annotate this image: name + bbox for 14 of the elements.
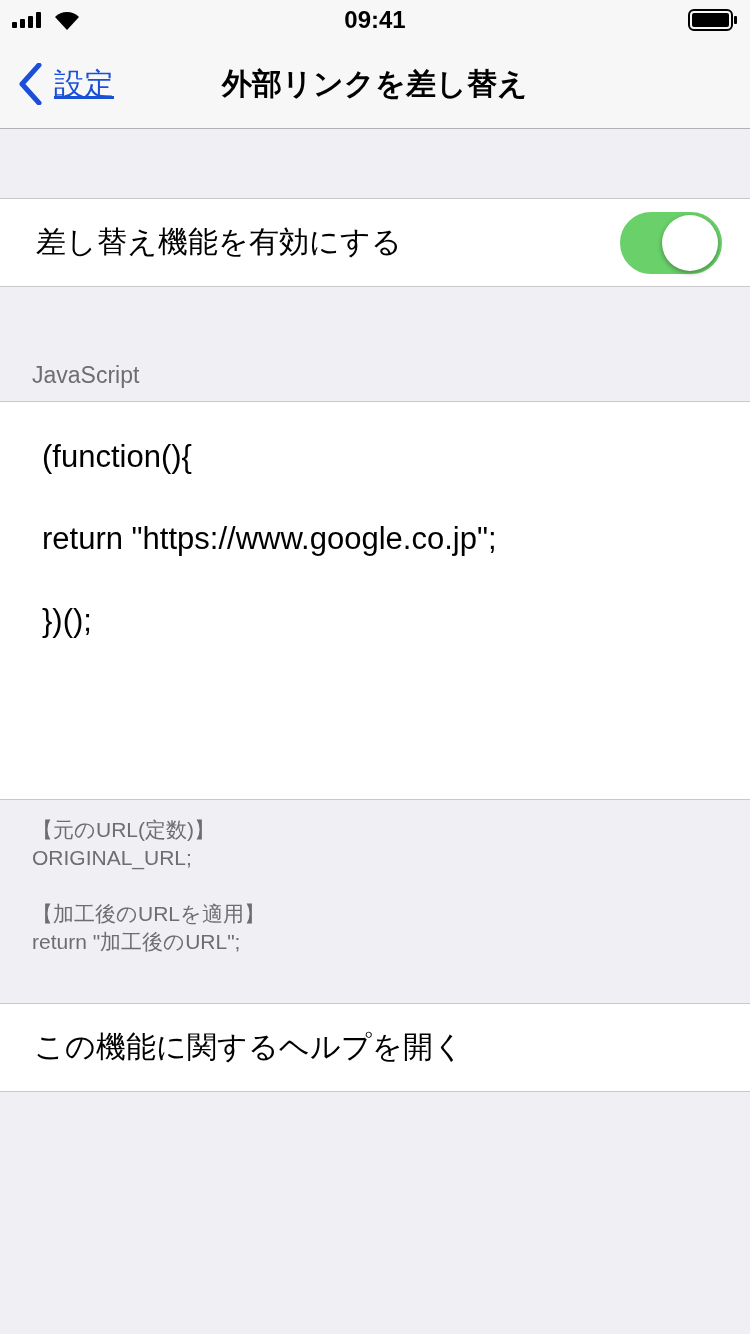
note-text: ORIGINAL_URL;: [32, 845, 193, 872]
battery-icon: [688, 9, 738, 31]
section-header: JavaScript: [32, 362, 140, 389]
wifi-icon: [54, 10, 80, 30]
note-text: return "加工後のURL";: [32, 929, 242, 955]
note-label: 【加工後のURLを適用】: [32, 901, 266, 927]
note-label: 【元のURL(定数)】: [32, 817, 216, 843]
status-time: 09:41: [344, 6, 406, 34]
help-row[interactable]: この機能に関するヘルプを開く: [0, 1004, 750, 1092]
code-field[interactable]: (function(){ return "https://www.google.co.jp"; })();: [0, 402, 750, 800]
chevron-left-icon: [18, 63, 42, 105]
back-button[interactable]: 設定: [0, 63, 114, 105]
toggle-label: 差し替え機能を有効にする: [36, 224, 402, 260]
nav-title: 外部リンクを差し替え: [222, 65, 528, 102]
